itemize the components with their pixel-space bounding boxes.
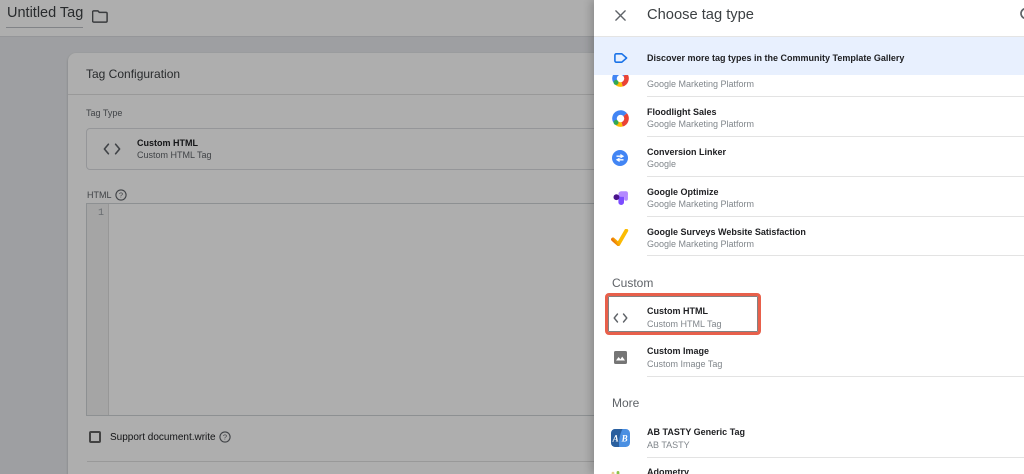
svg-text:B: B — [621, 434, 628, 444]
svg-text:A: A — [612, 434, 619, 444]
